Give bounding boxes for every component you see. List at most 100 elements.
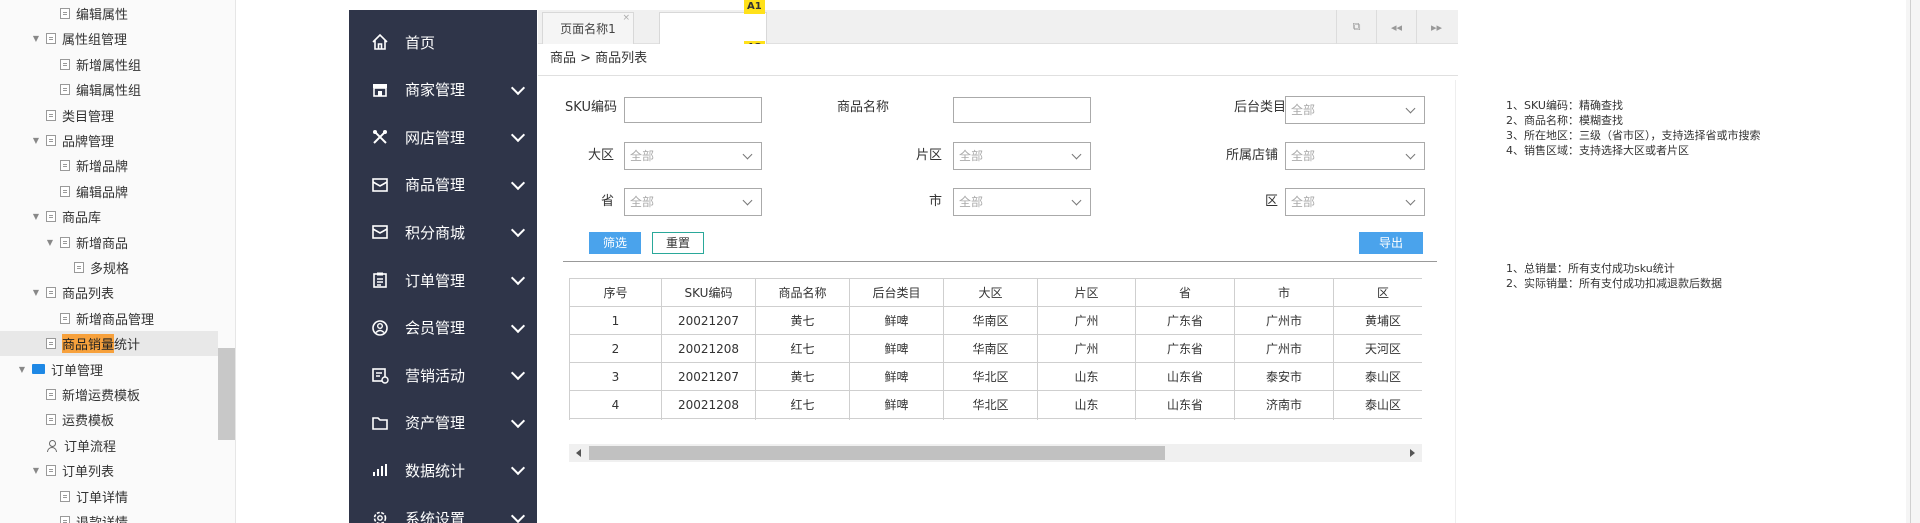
tab-prev-button[interactable]: ◂◂ bbox=[1376, 10, 1416, 44]
chart-icon bbox=[371, 461, 389, 479]
tree-item-label: 编辑属性 bbox=[76, 8, 129, 23]
table-row[interactable]: 2 20021208 红七 鲜啤 华南区 广州 广东省 广州市 天河区 bbox=[569, 334, 1422, 363]
close-all-tabs-button[interactable]: ⧉ bbox=[1336, 10, 1376, 44]
area-select[interactable]: 全部 bbox=[953, 142, 1091, 170]
tree-item[interactable]: 新增品牌 bbox=[0, 153, 218, 178]
table-cell: 华南区 bbox=[943, 306, 1038, 335]
nav-item[interactable]: 营销活动 bbox=[349, 353, 537, 397]
category-select[interactable]: 全部 bbox=[1285, 96, 1425, 124]
nav-item-label: 积分商城 bbox=[405, 223, 466, 242]
product-name-input[interactable] bbox=[953, 97, 1091, 123]
expand-triangle-icon[interactable]: ▼ bbox=[16, 365, 28, 374]
table-cell: 20021209 bbox=[661, 418, 756, 420]
nav-item[interactable]: 系统设置 bbox=[349, 496, 537, 523]
district-select-value: 全部 bbox=[1291, 195, 1316, 209]
table-cell: 济南市 bbox=[1234, 390, 1334, 419]
nav-item[interactable]: 积分商城 bbox=[349, 210, 537, 254]
tree-item[interactable]: ▼ 品牌管理 bbox=[0, 128, 218, 153]
expand-triangle-icon[interactable]: ▼ bbox=[44, 238, 56, 247]
table-cell: 天河区 bbox=[1333, 334, 1422, 363]
horizontal-scrollbar[interactable] bbox=[569, 444, 1422, 462]
table-row[interactable]: 4 20021208 红七 鲜啤 华北区 山东 山东省 济南市 泰山区 bbox=[569, 390, 1422, 419]
sku-input[interactable] bbox=[624, 97, 762, 123]
export-button[interactable]: 导出 bbox=[1359, 232, 1423, 254]
scrollbar-thumb[interactable] bbox=[589, 446, 1165, 460]
tree-item[interactable]: 新增运费模板 bbox=[0, 382, 218, 407]
home-icon bbox=[371, 33, 389, 51]
tree-item[interactable]: ▼ 商品列表 bbox=[0, 280, 218, 305]
chevron-down-icon bbox=[511, 512, 523, 523]
tree-item[interactable]: 多规格 bbox=[0, 255, 218, 280]
table-row[interactable]: 520021209蓝七鲜啤华北区山东山东省青岛市崂山区 bbox=[569, 418, 1422, 420]
nav-item[interactable]: 网店管理 bbox=[349, 115, 537, 159]
nav-item[interactable]: 会员管理 bbox=[349, 306, 537, 350]
tree-item[interactable]: 编辑属性 bbox=[0, 1, 218, 26]
notes-sales: 1、总销量：所有支付成功sku统计 2、实际销量：所有支付成功扣减退款后数据 bbox=[1506, 261, 1786, 291]
nav-item[interactable]: 首页 bbox=[349, 20, 537, 64]
tree-item[interactable]: ▼ 订单管理 bbox=[0, 357, 218, 382]
shop-select[interactable]: 全部 bbox=[1285, 142, 1425, 170]
marketing-icon bbox=[371, 366, 389, 384]
tab-close-icon[interactable]: × bbox=[622, 13, 630, 23]
tab-page-1[interactable]: 页面名称1 × bbox=[542, 12, 634, 44]
region-select[interactable]: 全部 bbox=[624, 142, 762, 170]
filter-button[interactable]: 筛选 bbox=[589, 232, 641, 254]
page-icon bbox=[60, 516, 70, 523]
tree-item-label: 订单详情 bbox=[76, 490, 129, 506]
tree-item[interactable]: ▼ 商品库 bbox=[0, 204, 218, 229]
reset-button[interactable]: 重置 bbox=[652, 232, 704, 254]
scroll-right-icon[interactable] bbox=[1410, 449, 1415, 457]
expand-triangle-icon[interactable]: ▼ bbox=[30, 136, 42, 145]
table-row[interactable]: 3 20021207 黄七 鲜啤 华北区 山东 山东省 泰安市 泰山区 bbox=[569, 362, 1422, 391]
tree-item[interactable]: 订单流程 bbox=[0, 433, 218, 458]
tree-item[interactable]: 新增属性组 bbox=[0, 52, 218, 77]
copy-close-icon: ⧉ bbox=[1352, 20, 1361, 33]
nav-item[interactable]: 商品管理 bbox=[349, 163, 537, 207]
nav-item[interactable]: 商家管理 bbox=[349, 68, 537, 112]
page-icon bbox=[60, 490, 70, 502]
city-select[interactable]: 全部 bbox=[953, 188, 1091, 216]
tree-item-label: 退款详情 bbox=[76, 512, 128, 523]
tree-item[interactable]: ▼ 订单列表 bbox=[0, 458, 218, 483]
district-select[interactable]: 全部 bbox=[1285, 188, 1425, 216]
flow-icon bbox=[46, 439, 58, 452]
tree-item[interactable]: 新增商品管理 bbox=[0, 306, 218, 331]
expand-triangle-icon[interactable]: ▼ bbox=[30, 466, 42, 475]
tab-next-button[interactable]: ▸▸ bbox=[1416, 10, 1456, 44]
box-icon bbox=[371, 223, 389, 241]
table-cell: 广东省 bbox=[1135, 306, 1235, 335]
scroll-left-icon[interactable] bbox=[576, 449, 581, 457]
chevron-down-icon bbox=[511, 131, 523, 143]
tree-item[interactable]: 类目管理 bbox=[0, 103, 218, 128]
tree-item-label: 类目管理 bbox=[62, 109, 115, 125]
tree-item[interactable]: 商品销量 统计 bbox=[0, 331, 218, 357]
tree-item[interactable]: 编辑属性组 bbox=[0, 77, 218, 102]
region-label: 大区 bbox=[587, 148, 614, 163]
tree-scrollbar-thumb[interactable] bbox=[218, 348, 235, 440]
double-left-icon: ◂◂ bbox=[1390, 20, 1403, 34]
tree-item[interactable]: ▼ 属性组管理 bbox=[0, 26, 218, 51]
page-icon bbox=[46, 414, 56, 426]
province-select[interactable]: 全部 bbox=[624, 188, 762, 216]
table-cell: 黄七 bbox=[755, 362, 850, 391]
expand-triangle-icon[interactable]: ▼ bbox=[30, 288, 42, 297]
page-icon bbox=[46, 389, 56, 400]
breadcrumb: 商品 > 商品列表 bbox=[538, 44, 1458, 76]
tree-item[interactable]: 订单详情 bbox=[0, 484, 218, 509]
nav-item[interactable]: 订单管理 bbox=[349, 258, 537, 302]
tree-item[interactable]: 退款详情 bbox=[0, 509, 218, 523]
nav-item[interactable]: 数据统计 bbox=[349, 448, 537, 492]
expand-triangle-icon[interactable]: ▼ bbox=[30, 212, 42, 221]
main-nav: 首页 商家管理 网店管理 商品管理积分商城订单管理 会员管理 营销活动 资产管理 数据统计系统… bbox=[349, 10, 537, 523]
tree-item[interactable]: 运费模板 bbox=[0, 407, 218, 432]
tree-item-label: 属性组管理 bbox=[62, 33, 128, 49]
main-content: SKU编码 商品名称 后台类目 全部 大区 全部 片区 全部 所属店铺 全部 省… bbox=[552, 80, 1456, 523]
tree-item[interactable]: 编辑品牌 bbox=[0, 179, 218, 204]
expand-triangle-icon[interactable]: ▼ bbox=[30, 34, 42, 43]
tree-item-label: 商品库 bbox=[62, 211, 102, 227]
nav-item[interactable]: 资产管理 bbox=[349, 401, 537, 445]
tree-item[interactable]: ▼ 新增商品 bbox=[0, 230, 218, 255]
annotation-tag-a1: A1 bbox=[744, 0, 765, 14]
page-scrollbar[interactable] bbox=[1906, 0, 1920, 523]
table-row[interactable]: 1 20021207 黄七 鲜啤 华南区 广州 广东省 广州市 黄埔区 bbox=[569, 306, 1422, 335]
